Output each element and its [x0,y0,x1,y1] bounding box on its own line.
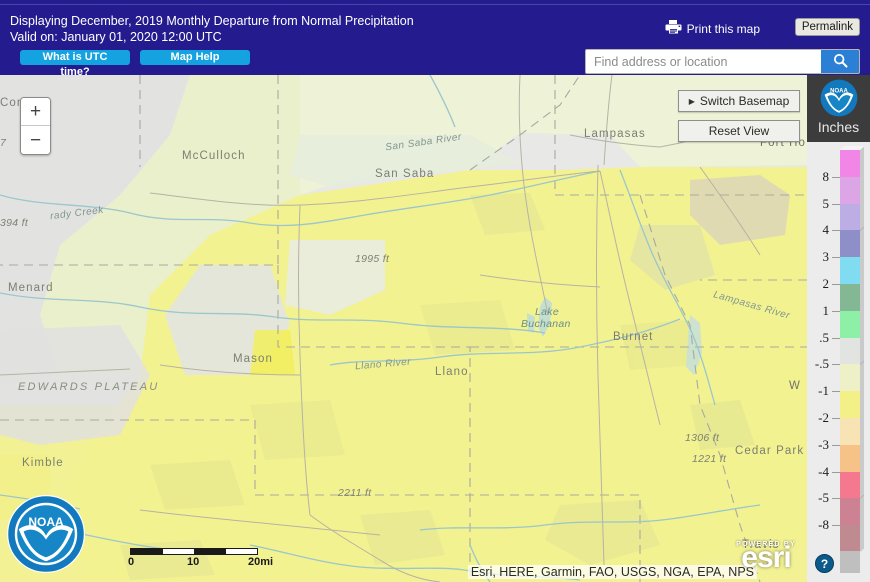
help-button[interactable]: ? [815,554,834,573]
reset-view-button[interactable]: Reset View [678,120,800,142]
legend-color-bar [840,150,860,552]
scale-label-10: 10 [187,556,200,568]
title-block: Displaying December, 2019 Monthly Depart… [10,13,414,45]
legend-tick [832,310,840,312]
legend-swatch [840,391,860,418]
scale-label-0: 0 [128,556,135,568]
legend-tick [832,471,840,473]
svg-text:NOAA: NOAA [28,515,64,529]
printer-icon [665,19,682,39]
legend-tick [832,337,840,339]
legend-value-label: -1 [818,383,829,399]
legend-tick [832,418,840,419]
legend-tick [832,203,840,205]
map-viewport[interactable]: McCulloch San Saba Menard Mason Llano Lampasa… [0,75,807,582]
legend-swatch [840,364,860,392]
svg-text:NOAA: NOAA [830,88,848,94]
legend-swatch [840,230,860,258]
legend-swatch [840,471,860,499]
legend-swatch [840,337,860,365]
legend-value-label: -5 [818,490,829,506]
legend-bar-bottom-cap [840,551,860,573]
legend-scale: 8 5 4 3 2 1 .5 -.5 -1 -2 -3 -4 -5 -8 [807,142,870,582]
valid-time-text: Valid on: January 01, 2020 12:00 UTC [10,30,222,44]
scale-bar-labels: 0 10 20mi [128,556,273,570]
legend-value-label: 2 [822,276,830,291]
permalink-button[interactable]: Permalink [794,18,860,36]
legend-value-label: 8 [822,168,830,184]
legend-value-label: 1 [822,302,830,318]
legend-value-label: .5 [819,329,829,345]
legend-value-label: -8 [818,517,829,533]
legend-tick [832,525,840,527]
legend-tick [832,230,840,232]
legend-value-label: -2 [818,410,829,425]
zoom-in-button[interactable]: + [21,98,50,126]
scale-bar: 0 10 20mi [128,548,273,570]
search-bar [585,49,860,74]
legend-swatch [840,283,860,311]
legend-tick [832,391,840,393]
print-map-label: Print this map [686,22,760,36]
legend-value-label: -.5 [814,356,829,372]
legend-tick-labels: 8 5 4 3 2 1 .5 -.5 -1 -2 -3 -4 -5 -8 [807,150,840,552]
noaa-logo-small: NOAA [820,79,857,117]
page-header: Displaying December, 2019 Monthly Depart… [0,5,870,78]
legend-swatch [840,310,860,338]
zoom-out-button[interactable]: − [21,126,50,154]
legend-tick [832,257,840,259]
legend-tick [832,498,840,500]
switch-basemap-label: Switch Basemap [699,94,790,108]
zoom-control[interactable]: + − [20,97,51,155]
scale-bar-track [130,548,258,555]
print-map-button[interactable]: Print this map [665,19,760,39]
search-input[interactable] [586,50,821,73]
legend-swatch [840,257,860,284]
legend-value-label: 5 [822,195,830,211]
legend-value-label: 4 [822,222,830,238]
legend-swatch [840,150,860,177]
legend-swatch [840,525,860,552]
legend-swatch [840,417,860,445]
search-button[interactable] [821,50,859,73]
scale-label-20: 20mi [248,556,274,568]
legend-swatch [840,498,860,526]
what-is-utc-time-button[interactable]: What is UTC time? [20,50,130,78]
legend-value-label: -4 [818,463,829,479]
legend-swatch [840,203,860,231]
legend-tick [832,284,840,285]
legend-panel: NOAA Inches 8 5 4 3 2 1 .5 -.5 -1 -2 -3 -4 -5 -8 ? [807,75,870,582]
search-icon [833,53,848,71]
switch-basemap-button[interactable]: ▶ Switch Basemap [678,90,800,112]
precipitation-map-raster [0,75,807,582]
legend-value-label: 3 [822,249,830,265]
legend-swatch [840,176,860,204]
legend-tick [832,444,840,446]
page-title: Displaying December, 2019 Monthly Depart… [10,14,414,28]
chevron-right-icon: ▶ [688,96,695,106]
legend-swatch [840,444,860,472]
legend-tick [832,176,840,178]
map-help-button[interactable]: Map Help [140,50,250,65]
noaa-logo: NOAA [6,494,86,574]
legend-tick [832,364,840,366]
map-attribution[interactable]: Esri, HERE, Garmin, FAO, USGS, NGA, EPA,… [467,565,757,579]
legend-title: Inches [817,119,860,135]
legend-header: NOAA Inches [807,75,870,142]
legend-value-label: -3 [818,436,829,452]
